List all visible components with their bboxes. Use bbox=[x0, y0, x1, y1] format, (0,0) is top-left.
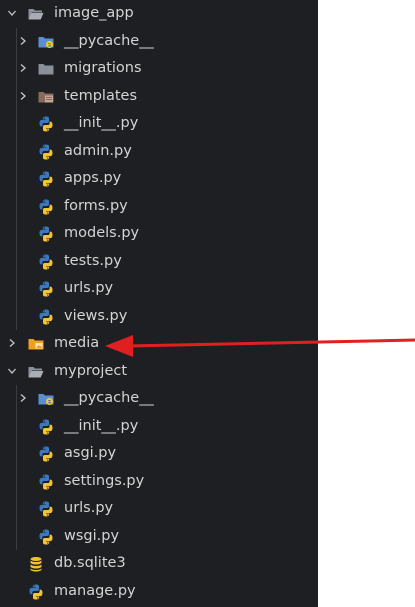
python-file-icon bbox=[37, 115, 55, 133]
python-file-icon bbox=[37, 473, 55, 491]
tree-item-urls-py[interactable]: urls.py bbox=[0, 275, 318, 303]
chevron-right-icon bbox=[18, 393, 28, 403]
tree-item-label: views.py bbox=[64, 307, 128, 324]
tree-item-init-py[interactable]: __init__.py bbox=[0, 413, 318, 441]
tree-item-label: urls.py bbox=[64, 500, 114, 516]
tree-item-tests-py[interactable]: tests.py bbox=[0, 248, 318, 276]
tree-item-myproject[interactable]: myproject bbox=[0, 358, 318, 386]
tree-item-forms-py[interactable]: forms.py bbox=[0, 193, 318, 221]
python-file-icon bbox=[37, 280, 55, 298]
chevron-down-icon bbox=[7, 8, 17, 18]
tree-item-urls-py[interactable]: urls.py bbox=[0, 495, 318, 523]
tree-item-label: manage.py bbox=[54, 582, 136, 599]
tree-item-admin-py[interactable]: admin.py bbox=[0, 138, 318, 166]
tree-item-label: apps.py bbox=[64, 170, 122, 186]
python-file-icon bbox=[37, 418, 55, 436]
tree-item-manage-py[interactable]: manage.py bbox=[0, 578, 318, 606]
chevron-right-icon bbox=[18, 36, 28, 46]
tree-item-label: migrations bbox=[64, 60, 142, 76]
database-icon bbox=[27, 555, 45, 573]
tree-item-label: asgi.py bbox=[64, 445, 117, 461]
chevron-right-icon bbox=[18, 63, 28, 73]
chevron-down-icon bbox=[7, 366, 17, 376]
tree-item-label: settings.py bbox=[64, 472, 145, 489]
python-file-icon bbox=[37, 198, 55, 216]
tree-item-label: media bbox=[54, 335, 100, 351]
tree-item-media[interactable]: media bbox=[0, 330, 318, 358]
tree-item-label: tests.py bbox=[64, 252, 122, 269]
python-file-icon bbox=[37, 500, 55, 518]
tree-item-wsgi-py[interactable]: wsgi.py bbox=[0, 523, 318, 551]
tree-item-label: admin.py bbox=[64, 142, 132, 159]
python-file-icon bbox=[37, 225, 55, 243]
python-file-icon bbox=[37, 445, 55, 463]
tree-item-migrations[interactable]: migrations bbox=[0, 55, 318, 83]
tree-item-apps-py[interactable]: apps.py bbox=[0, 165, 318, 193]
python-file-icon bbox=[37, 308, 55, 326]
tree-item-views-py[interactable]: views.py bbox=[0, 303, 318, 331]
tree-item-image-app[interactable]: image_app bbox=[0, 0, 318, 28]
media-folder-icon bbox=[27, 335, 45, 353]
python-file-icon bbox=[37, 528, 55, 546]
tree-item-label: models.py bbox=[64, 225, 140, 241]
tree-item-asgi-py[interactable]: asgi.py bbox=[0, 440, 318, 468]
tree-item-label: myproject bbox=[54, 362, 128, 379]
tree-item-label: templates bbox=[64, 87, 138, 104]
tree-item-label: __init__.py bbox=[64, 115, 139, 131]
tree-item-templates[interactable]: templates bbox=[0, 83, 318, 111]
pycache-folder-icon bbox=[37, 33, 55, 51]
tree-item-label: __pycache__ bbox=[64, 390, 154, 406]
templates-folder-icon bbox=[37, 88, 55, 106]
chevron-right-icon bbox=[7, 338, 17, 348]
tree-item-settings-py[interactable]: settings.py bbox=[0, 468, 318, 496]
tree-item-pycache[interactable]: __pycache__ bbox=[0, 385, 318, 413]
pycache-folder-icon bbox=[37, 390, 55, 408]
folder-icon bbox=[37, 60, 55, 78]
tree-item-db-sqlite3[interactable]: db.sqlite3 bbox=[0, 550, 318, 578]
python-file-icon bbox=[37, 143, 55, 161]
chevron-right-icon bbox=[18, 91, 28, 101]
tree-item-models-py[interactable]: models.py bbox=[0, 220, 318, 248]
file-explorer: image_app __pycache__ migrations templat… bbox=[0, 0, 318, 607]
tree-item-label: __init__.py bbox=[64, 417, 139, 434]
python-file-icon bbox=[27, 583, 45, 601]
folder-open-icon bbox=[27, 363, 45, 381]
tree-item-label: urls.py bbox=[64, 280, 114, 296]
folder-open-icon bbox=[27, 5, 45, 23]
tree-item-label: image_app bbox=[54, 5, 134, 21]
tree-item-pycache[interactable]: __pycache__ bbox=[0, 28, 318, 56]
tree-item-label: forms.py bbox=[64, 197, 128, 214]
python-file-icon bbox=[37, 253, 55, 271]
tree-item-init-py[interactable]: __init__.py bbox=[0, 110, 318, 138]
tree-item-label: __pycache__ bbox=[64, 32, 154, 49]
tree-item-label: wsgi.py bbox=[64, 527, 120, 544]
tree-item-label: db.sqlite3 bbox=[54, 555, 126, 571]
python-file-icon bbox=[37, 170, 55, 188]
